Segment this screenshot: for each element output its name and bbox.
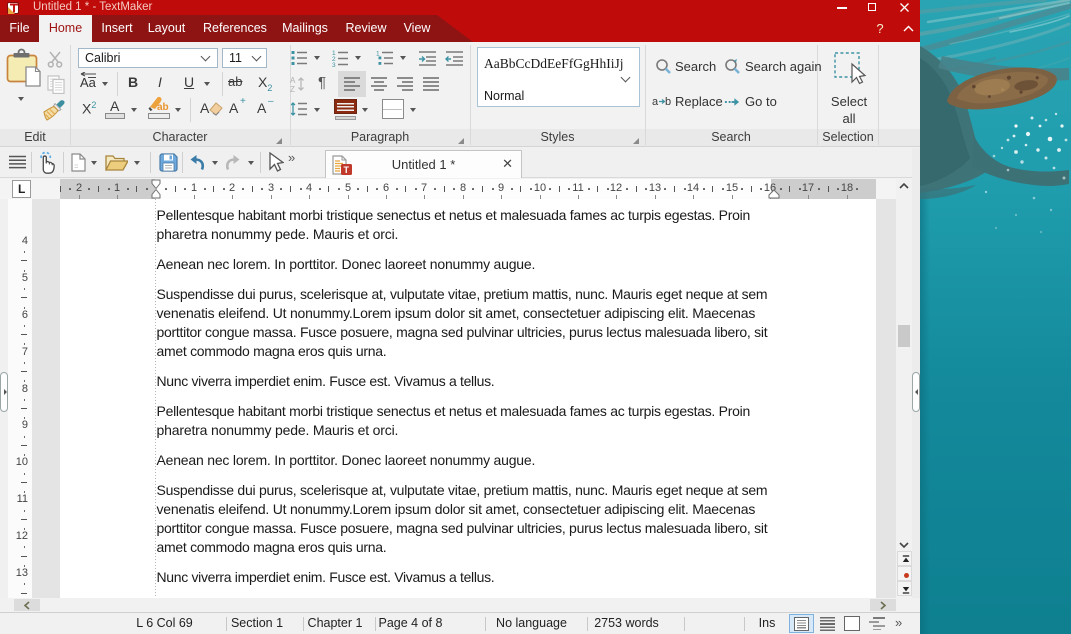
- svg-text:Z: Z: [290, 85, 295, 93]
- svg-text:b: b: [665, 96, 671, 108]
- svg-text:A: A: [290, 76, 296, 85]
- svg-text:a: a: [652, 96, 659, 108]
- svg-text:3: 3: [332, 62, 336, 67]
- svg-text:ab: ab: [157, 102, 169, 113]
- svg-text:1: 1: [376, 51, 380, 58]
